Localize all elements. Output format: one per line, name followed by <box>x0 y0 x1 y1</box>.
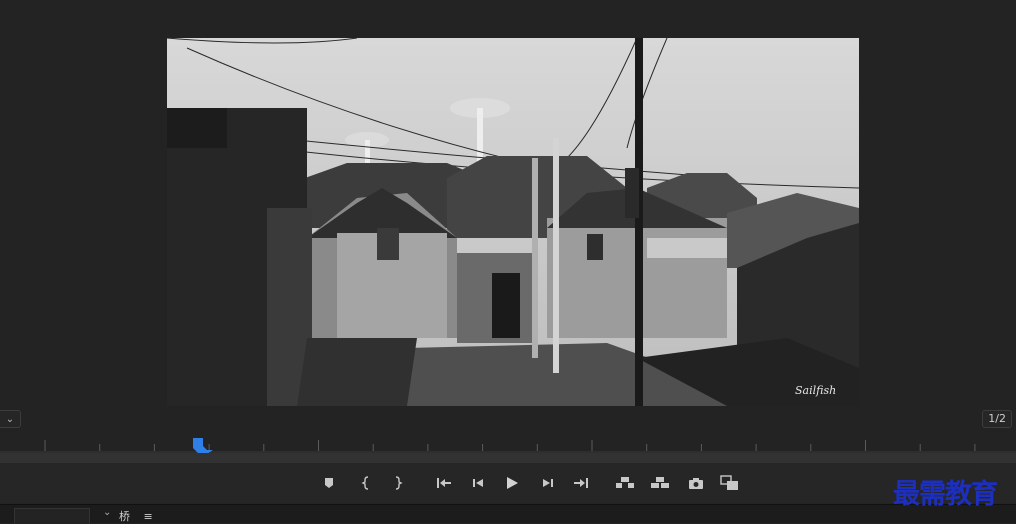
time-ruler[interactable] <box>0 431 1016 454</box>
comparison-view-button[interactable] <box>719 474 741 492</box>
village-scene-image: Sailfish <box>167 38 859 406</box>
step-back-button[interactable] <box>467 474 489 492</box>
mark-in-button[interactable] <box>355 474 377 492</box>
transport-controls <box>0 463 1016 503</box>
video-frame[interactable]: Sailfish <box>167 38 859 406</box>
step-back-icon <box>473 479 483 487</box>
camera-icon <box>689 478 703 489</box>
mark-out-button[interactable] <box>387 474 409 492</box>
go-to-out-icon <box>574 478 588 488</box>
zoom-scrollbar[interactable] <box>0 453 1016 463</box>
mark-in-icon <box>361 476 369 490</box>
playhead[interactable] <box>193 438 213 454</box>
image-signature: Sailfish <box>795 384 836 397</box>
resolution-dropdown[interactable]: 1/2 <box>982 410 1012 428</box>
step-forward-icon <box>543 479 553 487</box>
timeline-panel-header: ⌄ 桥 ≡ <box>0 504 1016 524</box>
chevron-down-icon: ⌄ <box>5 413 15 425</box>
export-frame-button[interactable] <box>685 474 707 492</box>
add-marker-button[interactable] <box>318 474 340 492</box>
compare-icon <box>720 475 738 490</box>
go-to-in-button[interactable] <box>433 474 455 492</box>
play-icon <box>507 477 518 489</box>
go-to-in-icon <box>437 478 451 488</box>
ruler-ticks <box>0 440 1016 453</box>
marker-icon <box>325 478 333 488</box>
play-button[interactable] <box>501 474 523 492</box>
scale-dropdown[interactable]: ⌄ <box>0 410 21 428</box>
program-monitor: Sailfish ⌄ 1/2 <box>0 0 1016 430</box>
sequence-tab-label: 桥 <box>119 510 130 523</box>
lift-icon <box>616 477 634 488</box>
mark-out-icon <box>395 476 403 490</box>
lift-button[interactable] <box>614 474 636 492</box>
tab-menu-icon[interactable]: ≡ <box>144 510 153 523</box>
playhead-icon <box>193 438 213 454</box>
step-forward-button[interactable] <box>537 474 559 492</box>
extract-button[interactable] <box>649 474 671 492</box>
extract-icon <box>651 477 669 488</box>
watermark-text: 最需教育 <box>893 479 998 510</box>
go-to-out-button[interactable] <box>570 474 592 492</box>
